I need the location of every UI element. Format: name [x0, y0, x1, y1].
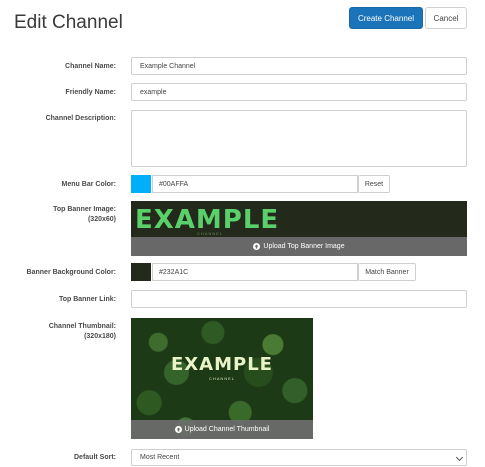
upload-channel-thumbnail-button[interactable]: Upload Channel Thumbnail — [131, 420, 313, 439]
default-sort-value: Most Recent — [140, 454, 180, 461]
menu-bar-color-label: Menu Bar Color: — [61, 181, 116, 188]
match-banner-button[interactable]: Match Banner — [358, 263, 416, 281]
channel-description-label: Channel Description: — [45, 115, 116, 122]
channel-thumbnail-label-text: Channel Thumbnail: — [48, 323, 116, 330]
channel-thumbnail-label: Channel Thumbnail: (320x180) — [49, 322, 116, 342]
upload-top-banner-button[interactable]: Upload Top Banner Image — [131, 237, 467, 256]
reset-color-button[interactable]: Reset — [358, 175, 390, 193]
top-banner-image-label: Top Banner Image: (320x60) — [53, 205, 116, 225]
menu-bar-color-input[interactable]: #00AFFA — [152, 175, 358, 193]
chevron-down-icon — [455, 453, 464, 462]
create-channel-button[interactable]: Create Channel — [349, 7, 423, 29]
channel-description-textarea[interactable] — [131, 110, 467, 167]
top-banner-link-label: Top Banner Link: — [58, 296, 116, 303]
banner-background-color-value: #232A1C — [159, 268, 189, 276]
friendly-name-value: example — [140, 88, 167, 96]
channel-name-label: Channel Name: — [65, 63, 116, 70]
default-sort-label: Default Sort: — [74, 454, 116, 461]
default-sort-select[interactable]: Most Recent — [131, 449, 467, 466]
top-banner-preview: EXAMPLE CHANNEL Upload Top Banner Image — [131, 201, 467, 256]
banner-background-color-swatch[interactable] — [131, 263, 151, 281]
page-title: Edit Channel — [14, 12, 123, 33]
channel-name-value: Example Channel — [140, 62, 196, 70]
thumbnail-preview-subtext: CHANNEL — [208, 376, 236, 381]
channel-name-input[interactable]: Example Channel — [131, 57, 467, 75]
banner-preview-subtext: CHANNEL — [197, 231, 224, 236]
thumbnail-preview-text: EXAMPLE — [171, 354, 273, 375]
banner-background-color-label: Banner Background Color: — [26, 269, 116, 276]
upload-channel-thumbnail-label: Upload Channel Thumbnail — [184, 426, 270, 433]
friendly-name-label: Friendly Name: — [65, 89, 116, 96]
channel-thumbnail-preview: EXAMPLE CHANNEL Upload Channel Thumbnail — [131, 318, 313, 439]
upload-icon — [174, 426, 182, 433]
menu-bar-color-value: #00AFFA — [159, 180, 189, 188]
top-banner-link-input[interactable] — [131, 290, 467, 308]
banner-background-color-input[interactable]: #232A1C — [152, 263, 358, 281]
friendly-name-input[interactable]: example — [131, 83, 467, 101]
upload-icon — [253, 243, 261, 250]
menu-bar-color-swatch[interactable] — [131, 175, 151, 193]
cancel-button[interactable]: Cancel — [425, 7, 467, 29]
channel-thumbnail-size: (320x180) — [84, 333, 116, 340]
upload-top-banner-label: Upload Top Banner Image — [263, 243, 345, 250]
top-banner-image-label-text: Top Banner Image: — [53, 206, 116, 213]
top-banner-image-size: (320x60) — [87, 216, 116, 223]
